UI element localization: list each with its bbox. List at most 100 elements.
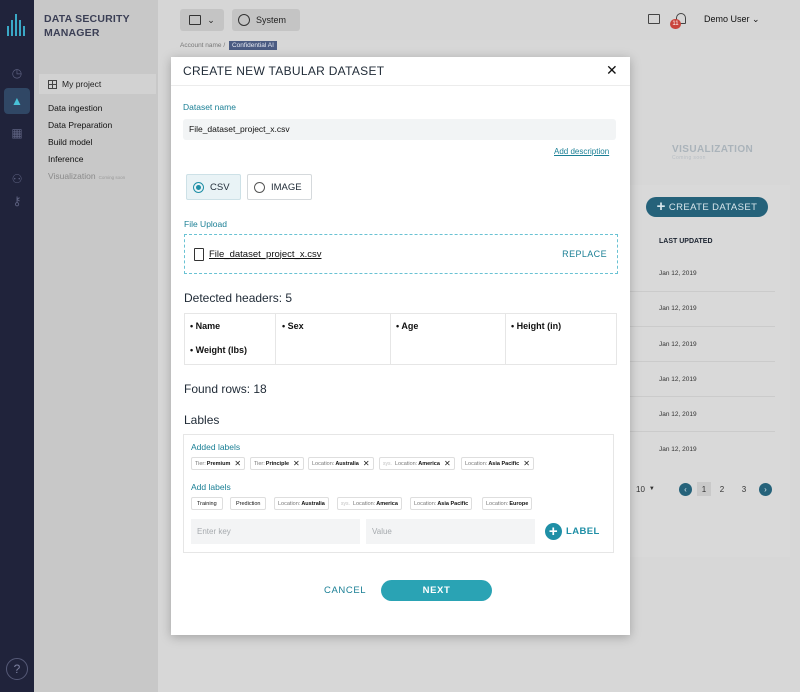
nav-item-build-model[interactable]: Build model	[48, 137, 92, 147]
project-selector[interactable]: My project	[39, 74, 156, 94]
suggested-label-chip[interactable]: sys. Location: America	[337, 497, 402, 510]
top-bar: ⌄ System 11 Demo User ⌄	[158, 0, 800, 40]
nav-item-data-ingestion[interactable]: Data ingestion	[48, 103, 102, 113]
page-1[interactable]: 1	[697, 482, 711, 496]
label-key: Location:	[394, 460, 418, 467]
header-name: Sex	[287, 321, 304, 331]
label-key-input[interactable]: Enter key	[191, 519, 360, 544]
row-date: Jan 12, 2019	[659, 341, 697, 348]
label-value: Australia	[301, 500, 325, 507]
label-key: Location:	[465, 460, 488, 467]
detected-headers-title: Detected headers: 5	[184, 291, 293, 305]
remove-label-icon[interactable]: ✕	[363, 459, 370, 468]
system-button[interactable]: System	[232, 9, 300, 31]
suggested-label-chip[interactable]: Location: Asia Pacific	[410, 497, 473, 510]
icon-rail: ◷ ▲ ▦ ⚇ ⚷ ?	[0, 0, 34, 692]
label-value: America	[418, 460, 440, 467]
remove-label-icon[interactable]: ✕	[523, 459, 530, 468]
added-labels-title: Added labels	[191, 442, 241, 452]
nav-item-visualization-label: Visualization	[48, 171, 96, 181]
radio-csv-label: CSV	[210, 181, 230, 193]
environment-dropdown[interactable]: ⌄	[180, 9, 224, 31]
row-divider	[630, 291, 775, 292]
monitor-icon	[189, 15, 202, 25]
suggested-label-chip[interactable]: Location: Australia	[274, 497, 329, 510]
suggested-label-chip[interactable]: Training	[191, 497, 223, 510]
remove-label-icon[interactable]: ✕	[293, 459, 300, 468]
header-item: • Weight (lbs)	[190, 345, 247, 355]
user-menu[interactable]: Demo User ⌄	[704, 14, 760, 25]
user-chevron-icon: ⌄	[752, 14, 760, 24]
row-divider	[630, 361, 775, 362]
suggested-label-chip[interactable]: Prediction	[230, 497, 267, 510]
create-dataset-button[interactable]: + CREATE DATASET	[646, 197, 768, 217]
user-name: Demo User	[704, 14, 750, 24]
next-button[interactable]: NEXT	[381, 580, 492, 601]
label-key: Location:	[278, 500, 301, 507]
label-value: Principle	[265, 460, 290, 467]
key-icon[interactable]: ⚷	[4, 188, 30, 214]
nav-item-data-preparation[interactable]: Data Preparation	[48, 120, 112, 130]
label-value: Asia Pacific	[488, 460, 520, 467]
uploaded-file-name[interactable]: File_dataset_project_x.csv	[209, 249, 321, 260]
help-icon[interactable]: ?	[6, 658, 28, 680]
page-size-select[interactable]: 10 ▼	[636, 482, 655, 496]
page-3[interactable]: 3	[737, 482, 751, 496]
add-label-button[interactable]: + LABEL	[545, 523, 600, 540]
system-label: System	[256, 15, 287, 25]
label-value: America	[376, 500, 398, 507]
label-sys-tag: sys.	[383, 460, 392, 467]
nav-item-inference[interactable]: Inference	[48, 154, 83, 164]
grid-divider	[505, 314, 506, 364]
radio-csv[interactable]: CSV	[186, 174, 241, 200]
remove-label-icon[interactable]: ✕	[444, 459, 451, 468]
dashboard-icon[interactable]: ◷	[4, 60, 30, 86]
dataset-name-input[interactable]: File_dataset_project_x.csv	[183, 119, 616, 140]
column-header-last-updated: LAST UPDATED	[659, 238, 713, 245]
replace-button[interactable]: REPLACE	[562, 249, 607, 259]
next-page-icon[interactable]: ›	[759, 483, 772, 496]
suggested-label-chip[interactable]: Location: Europe	[482, 497, 533, 510]
plus-circle-icon: +	[545, 523, 562, 540]
app-title: DATA SECURITY MANAGER	[44, 13, 130, 39]
dataset-name-label: Dataset name	[183, 102, 236, 112]
label-value: Premium	[206, 460, 231, 467]
modal-divider	[171, 85, 630, 86]
radio-image-label: IMAGE	[271, 181, 302, 193]
remove-label-icon[interactable]: ✕	[234, 459, 241, 468]
header-name: Name	[195, 321, 221, 331]
grid-icon[interactable]: ▦	[4, 120, 30, 146]
project-sidenav: DATA SECURITY MANAGER My project Data in…	[34, 0, 158, 692]
page-2[interactable]: 2	[715, 482, 729, 496]
projects-icon[interactable]: ▲	[4, 88, 30, 114]
added-label-chip: Tier: Principle ✕	[250, 457, 304, 470]
tab-visualization-label: VISUALIZATION	[672, 144, 754, 155]
label-value: Training	[197, 500, 217, 507]
header-name: Weight (lbs)	[195, 345, 247, 355]
account-chip[interactable]: Confidential AI	[228, 41, 277, 50]
modal-title: CREATE NEW TABULAR DATASET	[183, 64, 385, 78]
close-icon[interactable]: ✕	[606, 62, 618, 79]
user-settings-icon	[238, 14, 250, 26]
prev-page-icon[interactable]: ‹	[679, 483, 692, 496]
tab-visualization: VISUALIZATION Coming soon	[672, 144, 753, 161]
row-date: Jan 12, 2019	[659, 446, 697, 453]
page-size-value: 10	[636, 484, 645, 494]
header-name: Age	[401, 321, 419, 331]
add-labels-title: Add labels	[191, 482, 231, 492]
label-value-input[interactable]: Value	[366, 519, 535, 544]
book-icon[interactable]	[648, 14, 660, 24]
label-key: Location:	[486, 500, 509, 507]
row-divider	[630, 431, 775, 432]
header-item: • Height (in)	[511, 321, 562, 331]
row-divider	[630, 326, 775, 327]
radio-image[interactable]: IMAGE	[247, 174, 312, 200]
cancel-button[interactable]: CANCEL	[324, 585, 366, 596]
file-upload-label: File Upload	[184, 219, 227, 229]
file-upload-zone[interactable]: File_dataset_project_x.csv REPLACE	[184, 234, 618, 274]
row-date: Jan 12, 2019	[659, 411, 697, 418]
create-dataset-modal: CREATE NEW TABULAR DATASET ✕ Dataset nam…	[171, 57, 630, 635]
header-name: Height (in)	[516, 321, 562, 331]
add-description-link[interactable]: Add description	[554, 147, 609, 156]
label-key: Location:	[352, 500, 376, 507]
